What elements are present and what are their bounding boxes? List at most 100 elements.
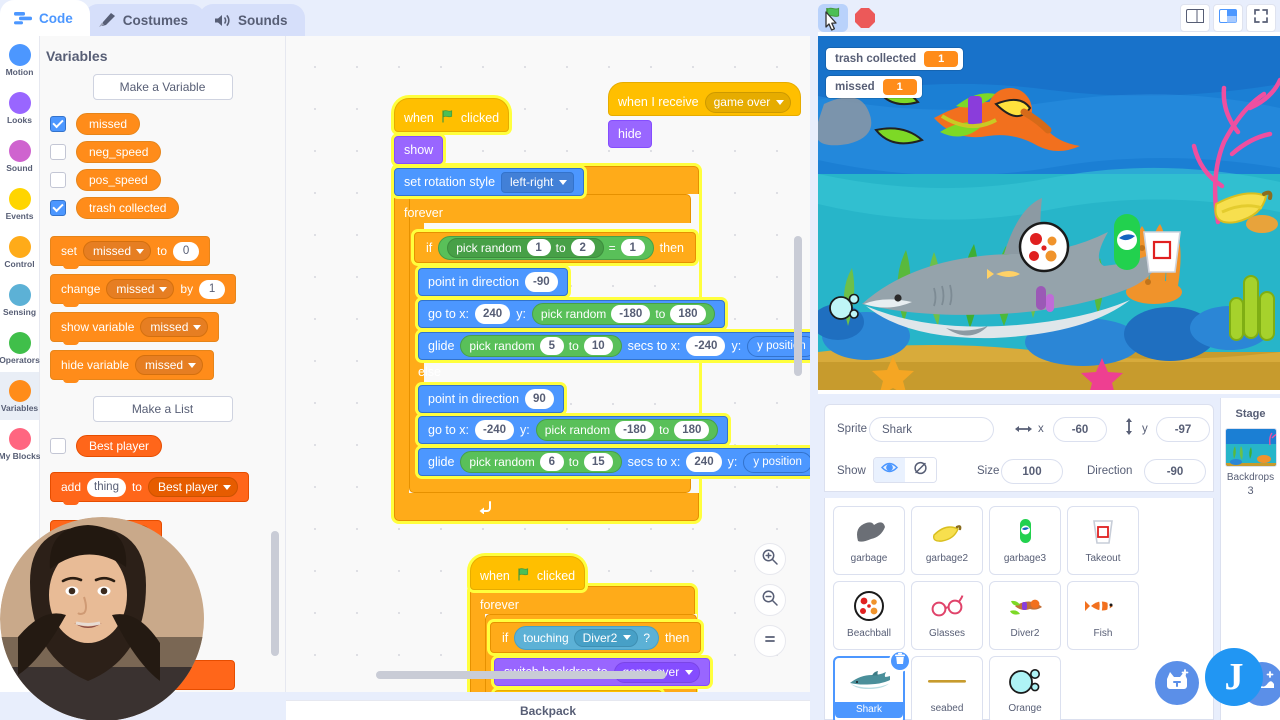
category-operators[interactable]: Operators <box>0 324 40 372</box>
touching-block[interactable]: touching Diver2 ? <box>514 625 659 650</box>
show-variable-dropdown[interactable]: missed <box>140 317 209 337</box>
pick-random-block[interactable]: pick random 1 to 2 <box>447 237 604 258</box>
sprite-item-beachball[interactable]: Beachball <box>833 581 905 650</box>
code-canvas[interactable]: when clicked show set rotation style lef… <box>286 36 810 692</box>
equals-operator-block[interactable]: pick random 1 to 2 = 1 <box>438 235 654 260</box>
equals-right-operand[interactable]: 1 <box>620 239 645 256</box>
large-stage-button[interactable] <box>1213 4 1243 32</box>
direction-input[interactable]: -90 <box>1144 459 1206 484</box>
variable-checkbox-neg-speed[interactable] <box>50 144 66 160</box>
category-sensing[interactable]: Sensing <box>0 276 39 324</box>
pick-random-block-glide-1[interactable]: pick random 5 to 10 <box>460 335 622 357</box>
glide-x-value-2[interactable]: 240 <box>686 452 722 472</box>
category-control[interactable]: Control <box>0 228 39 276</box>
pick-random-from[interactable]: 6 <box>539 453 564 471</box>
hide-variable-dropdown[interactable]: missed <box>135 355 204 375</box>
point-direction-value-1[interactable]: -90 <box>525 272 558 292</box>
sprite-item-glasses[interactable]: Glasses <box>911 581 983 650</box>
zoom-reset-button[interactable] <box>754 625 786 657</box>
set-variable-dropdown[interactable]: missed <box>83 241 152 261</box>
point-direction-value-2[interactable]: 90 <box>525 389 554 409</box>
monitor-missed[interactable]: missed 1 <box>826 76 922 98</box>
variable-checkbox-pos-speed[interactable] <box>50 172 66 188</box>
sprite-item-orange[interactable]: Orange <box>989 656 1061 720</box>
when-flag-clicked-hat-1[interactable]: when clicked <box>394 98 510 132</box>
variable-checkbox-trash-collected[interactable] <box>50 200 66 216</box>
hide-block[interactable]: hide <box>608 120 652 148</box>
pick-random-block-goto-2[interactable]: pick random -180 to 180 <box>535 419 719 441</box>
pick-random-block-goto-1[interactable]: pick random -180 to 180 <box>531 303 715 325</box>
delete-sprite-button[interactable] <box>889 650 911 672</box>
show-visible-button[interactable] <box>874 458 905 482</box>
change-variable-dropdown[interactable]: missed <box>106 279 175 299</box>
backpack-bar[interactable]: Backpack <box>286 700 810 720</box>
palette-block-hide-variable[interactable]: hide variable missed <box>50 350 215 383</box>
size-input[interactable]: 100 <box>1001 459 1063 484</box>
if-touching-row[interactable]: if touching Diver2 ? then <box>490 622 702 653</box>
x-input[interactable]: -60 <box>1053 417 1107 442</box>
go-to-xy-block-2[interactable]: go to x: -240 y: pick random -180 to 180 <box>418 416 729 444</box>
change-value-input[interactable]: 1 <box>199 279 226 299</box>
sprite-name-input[interactable]: Shark <box>869 417 994 442</box>
sprite-item-garbage2[interactable]: garbage2 <box>911 506 983 575</box>
when-flag-clicked-hat-2[interactable]: when clicked <box>470 556 586 590</box>
make-a-list-button[interactable]: Make a List <box>92 396 233 422</box>
glide-block-2[interactable]: glide pick random 6 to 15 secs to x: 240… <box>418 448 810 476</box>
category-looks[interactable]: Looks <box>0 84 39 132</box>
list-best-player[interactable]: Best player <box>76 435 163 457</box>
if-else-condition-row[interactable]: if pick random 1 to 2 = 1 then <box>414 232 696 263</box>
add-sprite-button[interactable] <box>1155 661 1199 705</box>
glide-block-1[interactable]: glide pick random 5 to 10 secs to x: -24… <box>418 332 810 360</box>
palette-block-add-to-list[interactable]: add thing to Best player <box>50 472 250 505</box>
when-i-receive-hat[interactable]: when I receive game over <box>608 82 802 116</box>
category-variables[interactable]: Variables <box>0 372 39 420</box>
pick-random-from[interactable]: -180 <box>611 305 651 323</box>
category-my-blocks[interactable]: My Blocks <box>0 420 41 468</box>
small-stage-button[interactable] <box>1180 4 1210 32</box>
point-in-direction-block-2[interactable]: point in direction 90 <box>418 385 564 413</box>
pick-random-to[interactable]: 15 <box>583 453 613 471</box>
category-events[interactable]: Events <box>0 180 39 228</box>
green-flag-button[interactable] <box>818 4 848 32</box>
pick-random-from[interactable]: -180 <box>615 421 655 439</box>
fullscreen-button[interactable] <box>1246 4 1276 32</box>
glide-x-value-1[interactable]: -240 <box>686 336 726 356</box>
tab-costumes[interactable]: Costumes <box>83 4 206 36</box>
variable-checkbox-missed[interactable] <box>50 116 66 132</box>
make-a-variable-button[interactable]: Make a Variable <box>92 74 233 100</box>
sprite-item-garbage[interactable]: garbage <box>833 506 905 575</box>
zoom-out-button[interactable] <box>754 584 786 616</box>
sprite-item-shark[interactable]: Shark <box>833 650 911 720</box>
stop-button[interactable] <box>854 7 876 29</box>
set-rotation-style-block[interactable]: set rotation style left-right <box>394 168 585 196</box>
monitor-trash-collected[interactable]: trash collected 1 <box>826 48 964 70</box>
y-input[interactable]: -97 <box>1156 417 1210 442</box>
touching-target-dropdown[interactable]: Diver2 <box>573 628 639 647</box>
set-value-input[interactable]: 0 <box>173 241 200 261</box>
receive-message-dropdown[interactable]: game over <box>704 91 792 113</box>
canvas-vertical-scrollbar[interactable] <box>794 236 802 376</box>
pick-random-to[interactable]: 2 <box>570 239 595 256</box>
pick-random-from[interactable]: 5 <box>539 337 564 355</box>
go-to-x-value-1[interactable]: 240 <box>475 304 511 324</box>
show-block[interactable]: show <box>394 136 444 164</box>
palette-scrollbar[interactable] <box>271 531 279 656</box>
category-motion[interactable]: Motion <box>0 36 39 84</box>
stage[interactable]: trash collected 1 missed 1 <box>818 36 1280 390</box>
sprite-item-fish[interactable]: Fish <box>1067 581 1139 650</box>
sprite-item-garbage3[interactable]: garbage3 <box>989 506 1061 575</box>
broadcast-block[interactable]: broadcast game over <box>494 690 662 692</box>
tab-sounds[interactable]: Sounds <box>199 4 305 36</box>
palette-block-change-variable[interactable]: change missed by 1 <box>50 274 237 307</box>
zoom-in-button[interactable] <box>754 543 786 575</box>
rotation-style-dropdown[interactable]: left-right <box>501 171 575 193</box>
show-hidden-button[interactable] <box>905 458 936 482</box>
pick-random-block-glide-2[interactable]: pick random 6 to 15 <box>460 451 622 473</box>
list-checkbox-best-player[interactable] <box>50 438 66 454</box>
go-to-xy-block-1[interactable]: go to x: 240 y: pick random -180 to 180 <box>418 300 725 328</box>
variable-missed[interactable]: missed <box>76 113 141 135</box>
sprite-item-diver2[interactable]: Diver2 <box>989 581 1061 650</box>
add-list-dropdown[interactable]: Best player <box>147 477 239 497</box>
pick-random-to[interactable]: 10 <box>583 337 613 355</box>
palette-block-show-variable[interactable]: show variable missed <box>50 312 220 345</box>
